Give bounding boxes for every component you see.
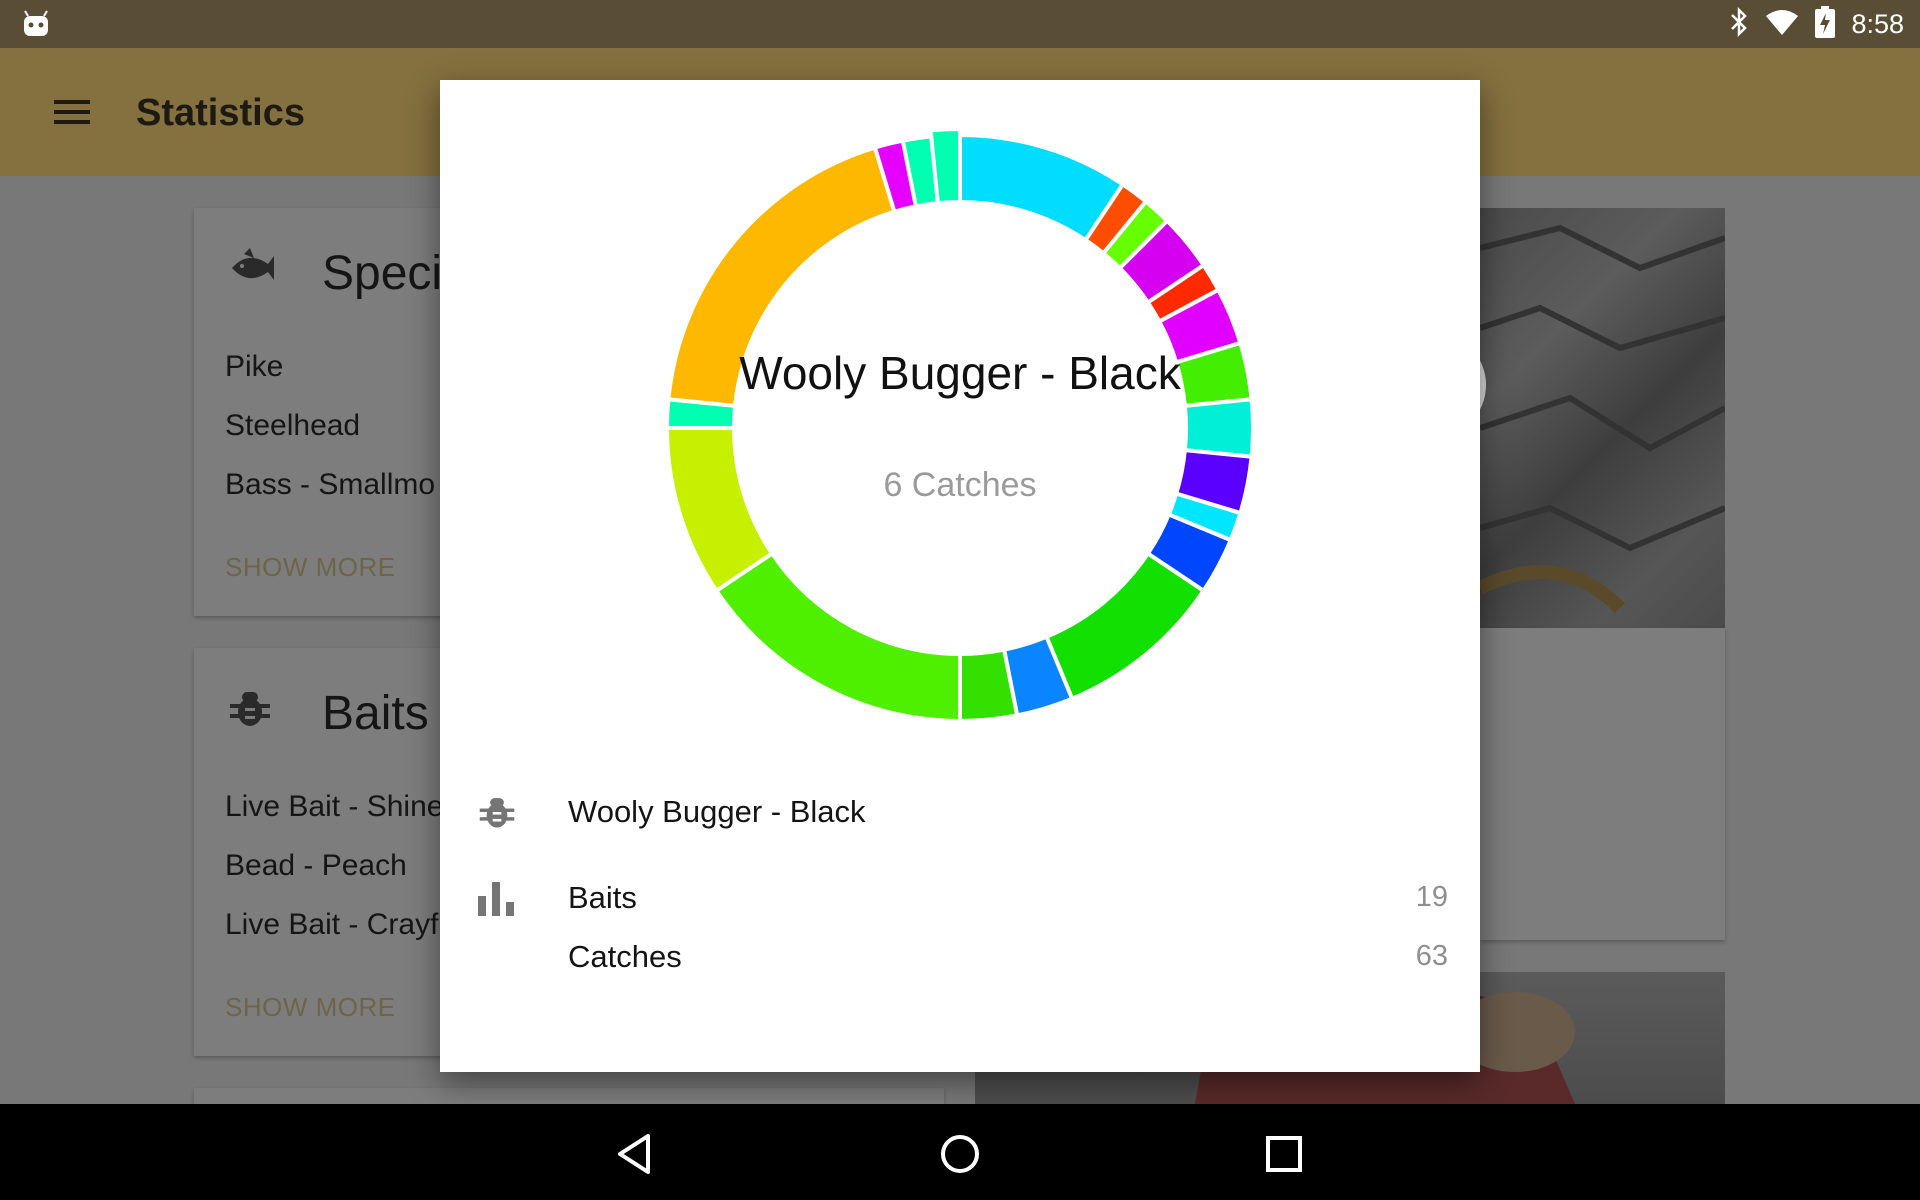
catch-photo[interactable]: [1480, 208, 1725, 628]
stat-label-catches: Catches: [568, 939, 682, 974]
list-item[interactable]: Pike: [225, 350, 283, 384]
back-icon[interactable]: [614, 1132, 658, 1176]
chart-center-title: Wooly Bugger - Black: [739, 347, 1181, 399]
list-item[interactable]: Live Bait - Shine: [225, 790, 443, 824]
bug-icon: [478, 792, 516, 837]
list-item[interactable]: Live Bait - Crayf: [225, 908, 438, 942]
stat-value-baits: 19: [1415, 881, 1448, 913]
status-bar: 8:58: [0, 0, 1920, 48]
recents-icon[interactable]: [1262, 1132, 1306, 1176]
card: [1480, 628, 1725, 940]
card-title: Baits: [322, 687, 429, 740]
list-item[interactable]: Steelhead: [225, 409, 360, 443]
show-more-button[interactable]: SHOW MORE: [225, 992, 396, 1023]
fish-icon: [228, 246, 276, 295]
show-more-button[interactable]: SHOW MORE: [225, 552, 396, 583]
wifi-icon: [1765, 8, 1799, 41]
bar-chart-icon: [478, 882, 514, 921]
battery-charging-icon: [1815, 5, 1836, 43]
donut-slice[interactable]: [1043, 550, 1207, 702]
clock: 8:58: [1851, 8, 1904, 39]
home-icon[interactable]: [938, 1132, 982, 1176]
donut-chart[interactable]: [440, 80, 1480, 760]
android-icon: [22, 10, 50, 43]
system-nav-bar: [0, 1104, 1920, 1200]
selected-bait-name: Wooly Bugger - Black: [568, 794, 866, 829]
donut-slice[interactable]: [928, 126, 962, 206]
bug-icon: [228, 686, 272, 735]
list-item[interactable]: Bead - Peach: [225, 849, 407, 883]
hamburger-menu-icon[interactable]: [52, 96, 92, 128]
stat-label-baits: Baits: [568, 880, 637, 915]
card-title: Speci: [322, 247, 443, 300]
bait-stats-dialog: Wooly Bugger - Black 6 Catches Wooly Bug…: [440, 80, 1480, 1072]
donut-slice[interactable]: [713, 550, 962, 724]
chart-center-subtitle: 6 Catches: [883, 466, 1037, 504]
stat-value-catches: 63: [1415, 940, 1448, 972]
list-item[interactable]: Bass - Smallmo: [225, 468, 435, 502]
donut-slice[interactable]: [664, 426, 775, 594]
donut-slice[interactable]: [1182, 397, 1255, 459]
page-title: Statistics: [136, 92, 305, 134]
bluetooth-icon: [1729, 6, 1749, 42]
